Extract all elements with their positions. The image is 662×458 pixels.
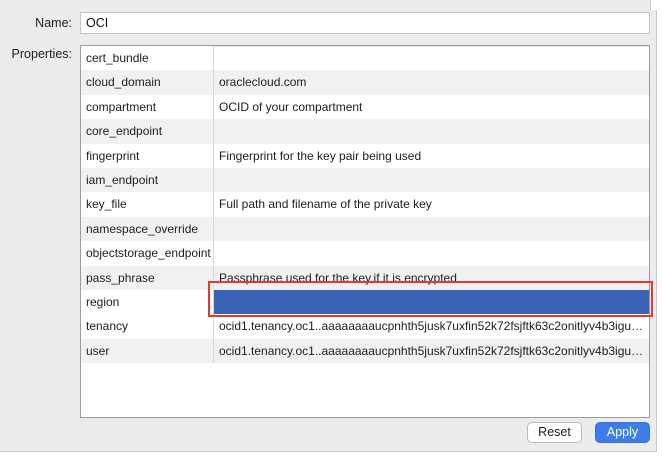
property-row-key-file[interactable]: key_file Full path and filename of the p… <box>81 192 649 217</box>
properties-table: cert_bundle cloud_domain oraclecloud.com… <box>80 45 650 418</box>
property-value[interactable]: ocid1.tenancy.oc1..aaaaaaaaucpnhth5jusk7… <box>214 339 649 363</box>
property-value[interactable]: oraclecloud.com <box>214 70 649 94</box>
property-row-iam-endpoint[interactable]: iam_endpoint <box>81 167 649 193</box>
property-key: cloud_domain <box>81 70 214 95</box>
property-value[interactable]: OCID of your compartment <box>214 95 649 119</box>
property-value[interactable] <box>214 119 649 143</box>
properties-label: Properties: <box>11 47 72 61</box>
property-key: compartment <box>81 94 214 120</box>
property-key: fingerprint <box>81 143 214 168</box>
property-key: key_file <box>81 192 214 217</box>
property-row-cloud-domain[interactable]: cloud_domain oraclecloud.com <box>81 70 649 95</box>
properties-dialog: Name: Properties: cert_bundle cloud_doma… <box>0 0 657 452</box>
property-row-namespace-override[interactable]: namespace_override <box>81 216 649 242</box>
property-value[interactable]: ocid1.tenancy.oc1..aaaaaaaaucpnhth5jusk7… <box>214 314 649 338</box>
property-row-tenancy[interactable]: tenancy ocid1.tenancy.oc1..aaaaaaaaucpnh… <box>81 314 649 339</box>
property-row-compartment[interactable]: compartment OCID of your compartment <box>81 94 649 120</box>
property-key: objectstorage_endpoint <box>81 241 214 266</box>
property-value[interactable] <box>214 241 649 265</box>
property-value[interactable]: Passphrase used for the key,if it is enc… <box>214 266 649 290</box>
property-value[interactable] <box>214 168 649 192</box>
property-key: tenancy <box>81 314 214 339</box>
property-value[interactable] <box>214 46 649 70</box>
property-value[interactable]: Fingerprint for the key pair being used <box>214 144 649 168</box>
property-row-region[interactable]: region <box>81 289 649 315</box>
reset-button[interactable]: Reset <box>527 422 582 443</box>
window-corner <box>650 0 662 10</box>
property-row-objectstorage-endpoint[interactable]: objectstorage_endpoint <box>81 241 649 266</box>
name-label: Name: <box>35 16 72 30</box>
property-key: cert_bundle <box>81 46 214 71</box>
property-key: iam_endpoint <box>81 167 214 193</box>
property-row-fingerprint[interactable]: fingerprint Fingerprint for the key pair… <box>81 143 649 168</box>
property-row-user[interactable]: user ocid1.tenancy.oc1..aaaaaaaaucpnhth5… <box>81 338 649 364</box>
apply-button[interactable]: Apply <box>595 422 650 443</box>
property-key: core_endpoint <box>81 119 214 144</box>
property-row-core-endpoint[interactable]: core_endpoint <box>81 119 649 144</box>
property-row-cert-bundle[interactable]: cert_bundle <box>81 46 649 71</box>
property-row-pass-phrase[interactable]: pass_phrase Passphrase used for the key,… <box>81 265 649 290</box>
property-value[interactable]: Full path and filename of the private ke… <box>214 192 649 216</box>
background-strip <box>0 452 662 458</box>
property-key: user <box>81 338 214 364</box>
property-value[interactable] <box>214 217 649 241</box>
property-key: region <box>81 289 214 315</box>
name-input[interactable] <box>80 12 650 34</box>
property-value-editor[interactable] <box>214 289 649 315</box>
property-key: namespace_override <box>81 216 214 242</box>
property-key: pass_phrase <box>81 265 214 290</box>
